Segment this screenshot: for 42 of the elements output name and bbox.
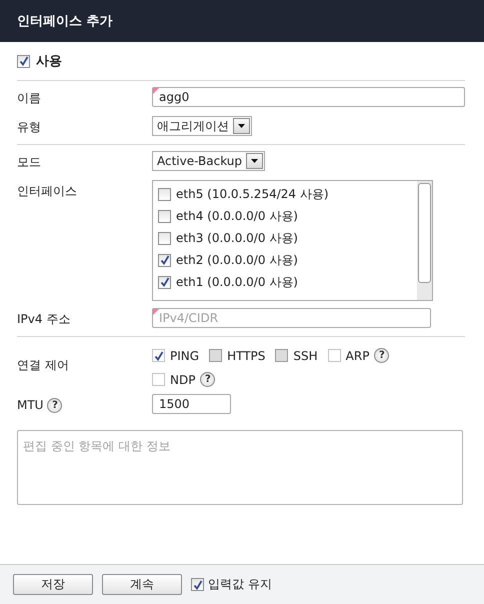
help-icon[interactable]: ? [47, 398, 62, 412]
footer-button[interactable]: 저장 [13, 574, 93, 595]
footer-button[interactable]: 계속 [102, 574, 182, 595]
checkbox[interactable] [191, 578, 204, 591]
input-field[interactable]: agg0 [152, 87, 465, 107]
input-field[interactable]: 1500 [152, 394, 231, 414]
keep-label: 입력값 유지 [208, 576, 272, 593]
list-item-label: eth3 (0.0.0.0/0 사용) [176, 230, 298, 246]
checkbox[interactable] [158, 210, 171, 222]
caret-icon [233, 118, 250, 134]
checkbox[interactable] [17, 54, 30, 68]
help-icon[interactable]: ? [374, 348, 390, 363]
option-label: NDP [170, 372, 196, 386]
checkbox[interactable] [152, 349, 165, 362]
checkbox[interactable] [158, 188, 171, 200]
list-item-label: eth4 (0.0.0.0/0 사용) [176, 208, 298, 224]
checkbox[interactable] [158, 232, 171, 244]
dropdown[interactable]: Active-Backup [152, 151, 266, 171]
option-label: PING [170, 348, 200, 362]
enable-label: 사용 [36, 53, 62, 70]
list-item-label: eth1 (0.0.0.0/0 사용) [176, 274, 298, 290]
option-label: SSH [293, 348, 318, 362]
caret-icon [246, 153, 264, 169]
field-label: 유형 [17, 118, 41, 136]
help-icon[interactable]: ? [200, 372, 216, 387]
field-label: 모드 [17, 154, 41, 170]
checkbox[interactable] [328, 349, 341, 362]
field-label: 연결 제어 [17, 356, 69, 374]
checkbox[interactable] [152, 373, 165, 386]
scrollbar[interactable] [417, 181, 432, 300]
checkbox[interactable] [158, 276, 171, 288]
field-label: MTU [17, 398, 44, 412]
field-label: 인터페이스 [17, 182, 77, 200]
list-item-label: eth2 (0.0.0.0/0 사용) [176, 252, 298, 268]
list-item-label: eth5 (10.0.5.254/24 사용) [176, 186, 329, 202]
field-label: IPv4 주소 [17, 310, 70, 328]
checkbox[interactable] [158, 254, 171, 266]
option-label: HTTPS [227, 348, 266, 362]
option-label: ARP [346, 348, 370, 362]
dialog-title: 인터페이스 추가 [0, 0, 484, 42]
dropdown[interactable]: 애그리게이션 [152, 116, 252, 136]
field-label: 이름 [17, 90, 41, 106]
